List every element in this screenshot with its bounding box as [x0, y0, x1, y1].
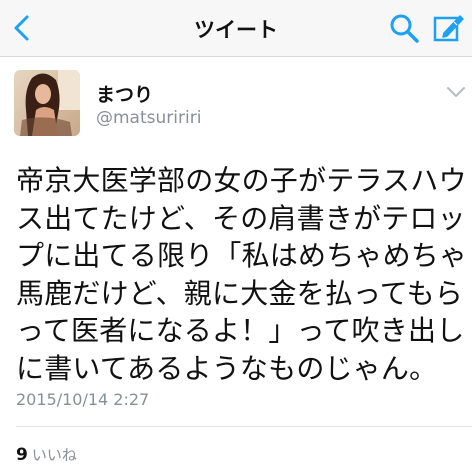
tweet-text-line: って医者になるよ！」って吹き出し — [16, 314, 465, 348]
tweet-text-line: 帝京大医学部の女の子がテラスハウ — [16, 164, 467, 197]
compose-icon — [433, 15, 464, 42]
tweet-timestamp: 2015/10/14 2:27 — [16, 390, 150, 409]
avatar-photo — [14, 70, 80, 136]
compose-button[interactable] — [432, 11, 466, 45]
tweet-options-button[interactable] — [446, 84, 466, 98]
like-count: 9 — [16, 445, 28, 465]
display-name[interactable]: まつり — [96, 80, 153, 107]
likes-stat[interactable]: 9 いいね — [16, 444, 77, 465]
username[interactable]: @matsuririri — [96, 108, 201, 128]
tweet-text: 帝京大医学部の女の子がテラスハウ ス出てたけど、その肩書きがテロッ プに出てる限… — [16, 162, 468, 388]
tweet-text-line: 馬鹿だけど、親に大金を払ってもら — [16, 276, 464, 310]
divider — [16, 426, 472, 427]
tweet-text-line: プに出てる限り「私はめちゃめちゃ — [16, 239, 468, 273]
chevron-down-icon — [447, 87, 465, 97]
search-button[interactable] — [388, 12, 420, 44]
tweet-text-line: に書いてあるようなものじゃん。 — [16, 351, 438, 385]
avatar[interactable] — [14, 70, 80, 136]
search-icon — [390, 14, 419, 43]
tweet-text-line: ス出てたけど、その肩書きがテロッ — [16, 201, 466, 235]
like-label: いいね — [31, 446, 77, 464]
navigation-bar: ツイート — [0, 0, 472, 57]
